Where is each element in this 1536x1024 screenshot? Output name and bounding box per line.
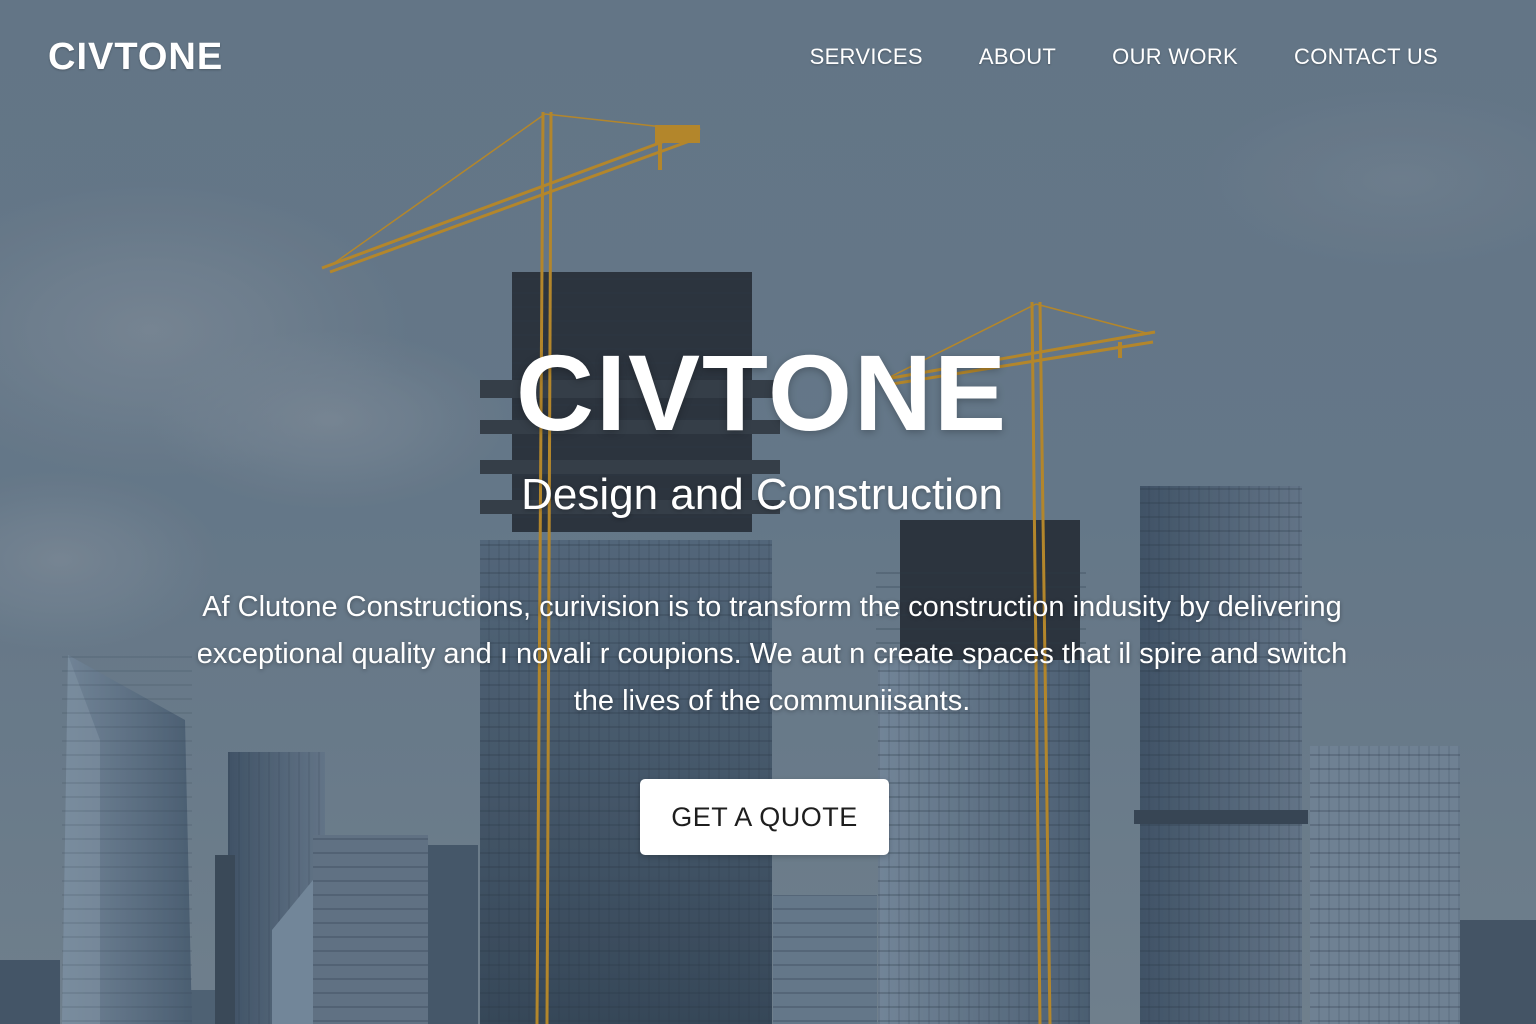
nav-link-about[interactable]: ABOUT [979,44,1056,70]
site-header: CIVTONE SERVICES ABOUT OUR WORK CONTACT … [0,0,1536,114]
hero-content: CIVTONE Design and Construction Af Cluto… [0,0,1536,1024]
hero-subtitle: Design and Construction [521,470,1003,519]
hero-title: CIVTONE [515,332,1009,453]
nav-link-services[interactable]: SERVICES [810,44,923,70]
nav-link-contact-us[interactable]: CONTACT US [1294,44,1438,70]
get-a-quote-button[interactable]: GET A QUOTE [640,779,889,855]
nav-link-our-work[interactable]: OUR WORK [1112,44,1238,70]
main-navigation: SERVICES ABOUT OUR WORK CONTACT US [810,44,1438,70]
site-logo[interactable]: CIVTONE [48,36,223,79]
hero-description: Af Clutone Constructions, curivision is … [196,591,1348,717]
